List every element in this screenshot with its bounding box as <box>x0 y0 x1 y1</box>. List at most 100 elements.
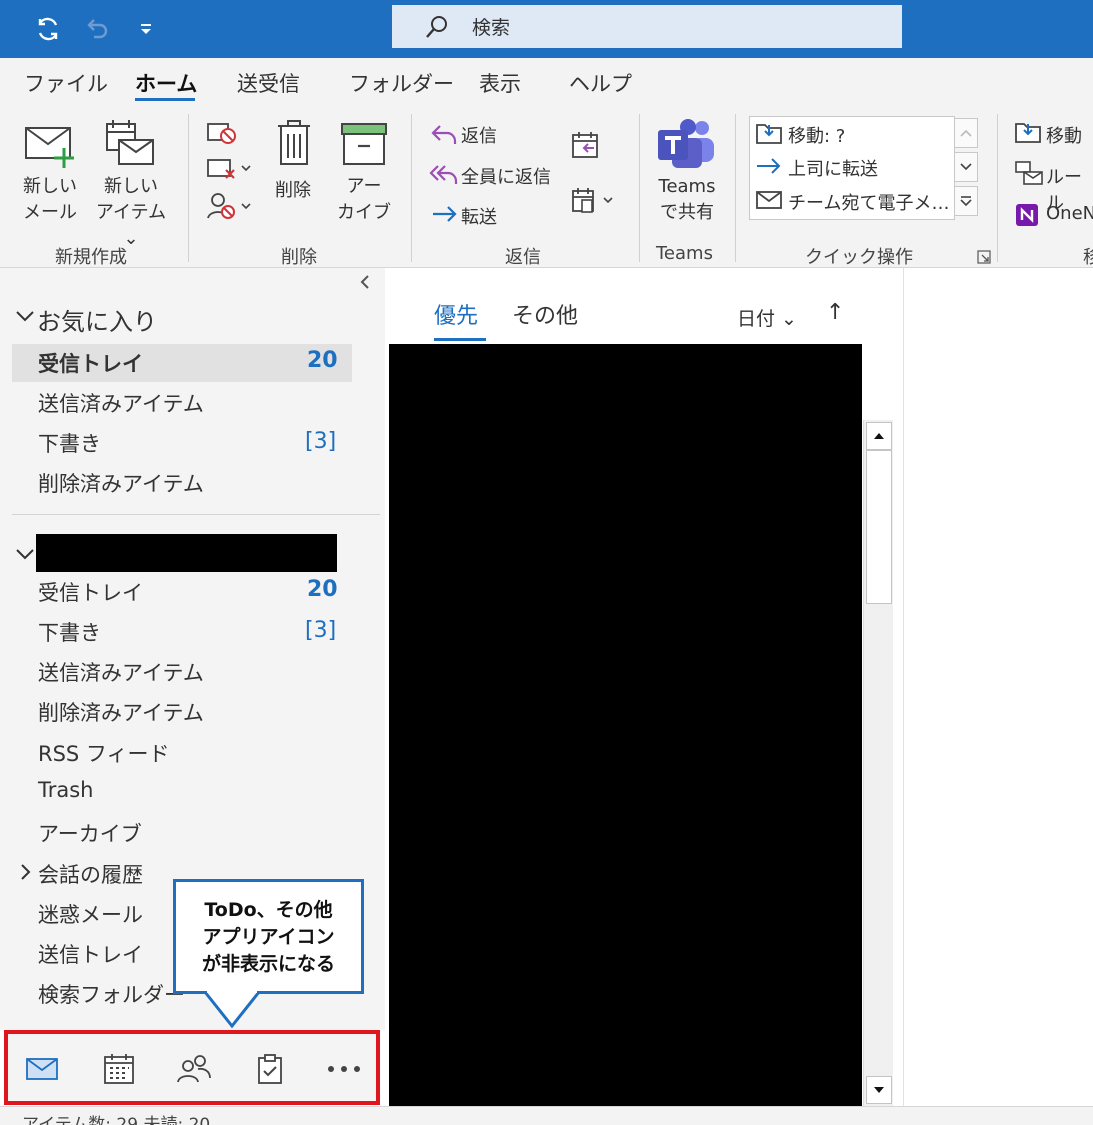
dialog-launcher-icon[interactable] <box>977 249 991 268</box>
tab-file[interactable]: ファイル <box>24 68 108 104</box>
tab-help[interactable]: ヘルプ <box>569 68 632 104</box>
search-icon <box>422 12 452 42</box>
group-label-respond: 返信 <box>505 247 541 268</box>
chevron-down-icon[interactable] <box>15 306 35 328</box>
move-button[interactable]: 移動 <box>1046 122 1082 148</box>
tasks-icon[interactable] <box>252 1052 288 1086</box>
onenote-button[interactable]: OneN <box>1046 203 1093 224</box>
more-respond-icon[interactable] <box>570 186 618 220</box>
reply-icon <box>430 122 460 150</box>
group-label-teams: Teams <box>656 243 713 264</box>
group-separator <box>997 114 998 262</box>
mail-icon[interactable] <box>24 1052 60 1086</box>
more-apps-icon[interactable] <box>326 1052 362 1086</box>
tab-other[interactable]: その他 <box>512 298 578 330</box>
forward-button[interactable]: 転送 <box>461 203 497 229</box>
tab-send-receive[interactable]: 送受信 <box>237 68 300 104</box>
group-label-quick-steps: クイック操作 <box>805 247 913 268</box>
folder-drafts[interactable]: 下書き <box>38 617 101 647</box>
favorite-deleted-items[interactable]: 削除済みアイテム <box>38 468 204 498</box>
scroll-up-icon[interactable] <box>866 422 892 450</box>
team-email-icon <box>755 189 783 215</box>
scrollbar-thumb[interactable] <box>866 450 892 604</box>
archive-icon <box>340 122 388 170</box>
forward-to-manager-icon <box>755 155 783 181</box>
sort-by-date-dropdown[interactable]: 日付 ⌄ <box>737 304 797 331</box>
new-mail-button[interactable]: 新しい メール <box>20 174 80 226</box>
sort-direction-button[interactable]: ↑ <box>826 300 844 325</box>
reply-all-button[interactable]: 全員に返信 <box>461 163 551 189</box>
quick-step-forward-manager[interactable]: 上司に転送 <box>788 155 878 181</box>
folder-inbox[interactable]: 受信トレイ <box>38 577 143 607</box>
message-list: 優先 その他 日付 ⌄ ↑ <box>389 268 903 1106</box>
group-label-new: 新規作成 <box>55 247 127 268</box>
group-separator <box>639 114 640 262</box>
tab-view[interactable]: 表示 <box>479 68 521 104</box>
folder-archive[interactable]: アーカイブ <box>38 818 142 848</box>
trash-icon <box>276 118 312 172</box>
archive-button[interactable]: アー カイブ <box>336 174 392 226</box>
gallery-scroll-up-icon[interactable] <box>954 118 978 148</box>
tab-folder[interactable]: フォルダー <box>349 68 454 104</box>
undo-icon[interactable] <box>80 13 112 45</box>
gallery-scroll-down-icon[interactable] <box>954 152 978 182</box>
favorite-inbox[interactable]: 受信トレイ <box>38 348 143 378</box>
junk-icon[interactable] <box>206 192 254 224</box>
folder-rss-feeds[interactable]: RSS フィード <box>38 738 170 768</box>
reply-all-icon <box>428 162 460 190</box>
teams-icon <box>656 118 718 174</box>
tab-focused[interactable]: 優先 <box>434 298 478 330</box>
draft-count: [3] <box>305 618 337 643</box>
gallery-expand-icon[interactable] <box>954 186 978 216</box>
delete-button[interactable]: 削除 <box>275 176 311 202</box>
unread-count: 20 <box>307 577 338 602</box>
group-label-delete: 削除 <box>281 247 317 268</box>
chevron-down-icon[interactable] <box>15 544 35 566</box>
callout-pointer <box>203 990 261 1029</box>
folder-trash[interactable]: Trash <box>38 778 94 802</box>
new-mail-icon <box>24 122 78 174</box>
calendar-icon[interactable] <box>101 1052 137 1086</box>
favorites-header[interactable]: お気に入り <box>37 302 157 337</box>
search-input[interactable]: 検索 <box>392 5 902 48</box>
people-icon[interactable] <box>176 1052 212 1086</box>
folder-conversation-history[interactable]: 会話の履歴 <box>38 859 143 889</box>
message-list-scrollbar[interactable] <box>863 420 893 1106</box>
folder-deleted-items[interactable]: 削除済みアイテム <box>38 697 204 727</box>
folder-outbox[interactable]: 送信トレイ <box>38 939 143 969</box>
quick-step-move[interactable]: 移動: ? <box>788 122 845 148</box>
status-bar: アイテム数: 29 未読: 20 <box>0 1106 1093 1125</box>
sync-icon[interactable] <box>32 13 64 45</box>
onenote-icon <box>1014 202 1040 232</box>
move-icon <box>1014 120 1042 148</box>
new-item-icon <box>103 118 157 174</box>
ignore-icon[interactable] <box>206 120 238 150</box>
move-folder-icon <box>755 121 783 149</box>
folder-search-folders[interactable]: 検索フォルダー <box>38 979 185 1009</box>
draft-count: [3] <box>305 429 337 454</box>
group-separator <box>735 114 736 262</box>
folder-junk-email[interactable]: 迷惑メール <box>38 899 143 929</box>
search-placeholder: 検索 <box>472 17 511 39</box>
customize-toolbar-icon[interactable] <box>130 13 162 45</box>
reply-button[interactable]: 返信 <box>461 122 497 148</box>
redacted-account-name <box>36 534 337 572</box>
quick-steps-gallery: 移動: ? 上司に転送 チーム宛て電子メ… <box>749 116 955 220</box>
reading-pane <box>903 268 1093 1106</box>
favorite-drafts[interactable]: 下書き <box>38 428 101 458</box>
annotation-callout: ToDo、その他 アプリアイコン が非表示になる <box>173 879 364 994</box>
group-separator <box>411 114 412 262</box>
collapse-pane-icon[interactable] <box>358 274 372 295</box>
quick-step-team-email[interactable]: チーム宛て電子メ… <box>788 189 949 215</box>
share-to-teams-button[interactable]: Teams で共有 <box>652 174 722 226</box>
meeting-reply-icon[interactable] <box>570 130 602 166</box>
favorite-sent-items[interactable]: 送信済みアイテム <box>38 388 204 418</box>
cleanup-icon[interactable] <box>206 156 254 186</box>
active-tab-indicator <box>434 338 486 341</box>
new-item-button[interactable]: 新しい アイテム ⌄ <box>86 174 176 252</box>
status-item-count: アイテム数: 29 未読: 20 <box>22 1115 211 1125</box>
ribbon: 新しい メール 新しい アイテム ⌄ 新規作成 削除 アー カイブ 削除 返信 … <box>0 106 1093 268</box>
scroll-down-icon[interactable] <box>866 1076 892 1104</box>
chevron-right-icon[interactable] <box>19 863 31 886</box>
folder-sent-items[interactable]: 送信済みアイテム <box>38 657 204 687</box>
